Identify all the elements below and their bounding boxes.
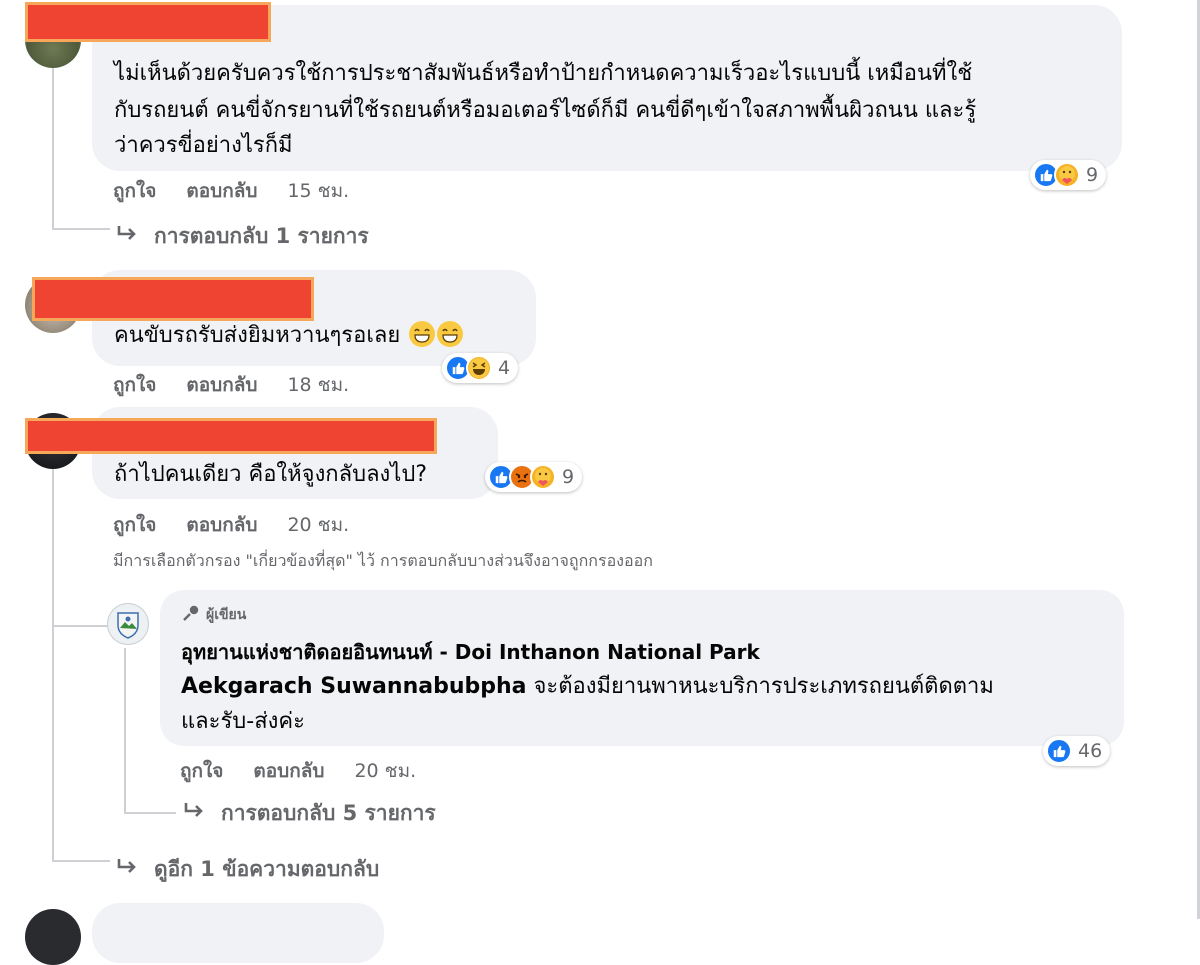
replies-count: 5 bbox=[342, 801, 358, 825]
reply-button[interactable]: ตอบกลับ bbox=[186, 510, 257, 540]
reply-arrow-icon bbox=[116, 857, 140, 882]
comment-actions: ถูกใจ ตอบกลับ 20 ชม. bbox=[113, 510, 349, 540]
like-button[interactable]: ถูกใจ bbox=[113, 370, 156, 400]
view-replies-link[interactable]: การตอบกลับ 1 รายการ bbox=[116, 220, 369, 253]
thread-line-elbow bbox=[52, 228, 110, 230]
view-replies-link[interactable]: การตอบกลับ 5 รายการ bbox=[183, 797, 436, 830]
redacted-author-name bbox=[25, 418, 437, 454]
comment-timestamp[interactable]: 15 ชม. bbox=[287, 176, 349, 206]
reply-text-body: จะต้องมียานพาหนะบริการประเภทรถยนต์ติดตาม bbox=[526, 674, 994, 699]
comment-text-body: คนขับรถรับส่งยิมหวานๆรอเลย bbox=[114, 323, 401, 348]
reaction-summary[interactable]: 9 bbox=[1030, 160, 1107, 190]
reply-actions: ถูกใจ ตอบกลับ 20 ชม. bbox=[180, 756, 416, 786]
thread-line-elbow bbox=[124, 812, 176, 814]
replies-count: 1 bbox=[275, 224, 291, 248]
replies-suffix: รายการ bbox=[297, 224, 369, 248]
replies-prefix: การตอบกลับ bbox=[154, 224, 269, 248]
comment-timestamp[interactable]: 18 ชม. bbox=[287, 370, 349, 400]
thread-line bbox=[52, 62, 54, 230]
author-badge-label: ผู้เขียน bbox=[206, 607, 247, 623]
reply-text-line: และรับ-ส่งค่ะ bbox=[181, 709, 305, 734]
comment-actions: ถูกใจ ตอบกลับ 15 ชม. bbox=[113, 176, 349, 206]
like-button[interactable]: ถูกใจ bbox=[113, 176, 156, 206]
reply-arrow-icon bbox=[116, 224, 140, 249]
redacted-author-name bbox=[25, 2, 271, 42]
thread-line bbox=[124, 648, 126, 813]
like-button[interactable]: ถูกใจ bbox=[180, 756, 223, 786]
comment-text: คนขับรถรับส่งยิมหวานๆรอเลย bbox=[114, 317, 464, 354]
view-more-replies-link[interactable]: ดูอีก 1 ข้อความตอบกลับ bbox=[116, 853, 379, 886]
reaction-summary[interactable]: 4 bbox=[442, 353, 519, 383]
replies-prefix: การตอบกลับ bbox=[221, 801, 336, 825]
grinning-face-icon bbox=[409, 321, 436, 347]
page-avatar[interactable] bbox=[107, 603, 149, 645]
reply-button[interactable]: ตอบกลับ bbox=[186, 370, 257, 400]
more-suffix: ข้อความตอบกลับ bbox=[222, 857, 380, 881]
mention-link[interactable]: Aekgarach Suwannabubpha bbox=[181, 674, 527, 699]
reply-button[interactable]: ตอบกลับ bbox=[253, 756, 324, 786]
reaction-count: 9 bbox=[1086, 164, 1099, 186]
comment-timestamp[interactable]: 20 ชม. bbox=[287, 510, 349, 540]
more-prefix: ดูอีก bbox=[154, 857, 193, 881]
thread-line-elbow bbox=[52, 860, 110, 862]
reaction-summary[interactable]: 9 bbox=[485, 462, 583, 492]
redacted-author-name bbox=[32, 277, 314, 321]
replies-suffix: รายการ bbox=[364, 801, 436, 825]
comment-text: ถ้าไปคนเดียว คือให้จูงกลับลงไป? bbox=[114, 462, 428, 487]
like-button[interactable]: ถูกใจ bbox=[113, 510, 156, 540]
reaction-count: 4 bbox=[498, 357, 511, 379]
thread-line bbox=[52, 465, 54, 860]
park-logo-icon bbox=[117, 612, 139, 639]
comment-bubble bbox=[92, 903, 384, 963]
haha-icon bbox=[466, 355, 492, 381]
reaction-summary[interactable]: 46 bbox=[1043, 736, 1111, 766]
like-icon bbox=[1046, 738, 1072, 764]
reply-text-line: Aekgarach Suwannabubpha จะต้องมียานพาหนะ… bbox=[181, 668, 994, 705]
reply-button[interactable]: ตอบกลับ bbox=[186, 176, 257, 206]
reply-arrow-icon bbox=[183, 801, 207, 826]
page-name-link[interactable]: อุทยานแห่งชาติดอยอินทนนท์ - Doi Inthanon… bbox=[181, 636, 760, 668]
avatar[interactable] bbox=[25, 909, 81, 965]
comment-actions: ถูกใจ ตอบกลับ 18 ชม. bbox=[113, 370, 349, 400]
comment-text-line: ไม่เห็นด้วยครับควรใช้การประชาสัมพันธ์หรื… bbox=[114, 61, 973, 86]
grinning-face-icon bbox=[437, 321, 464, 347]
reaction-count: 46 bbox=[1078, 740, 1103, 762]
more-count: 1 bbox=[200, 857, 215, 881]
reaction-count: 9 bbox=[562, 466, 575, 488]
reply-timestamp[interactable]: 20 ชม. bbox=[354, 756, 416, 786]
thread-line-branch bbox=[52, 625, 108, 627]
filter-note: มีการเลือกตัวกรอง "เกี่ยวข้องที่สุด" ไว้… bbox=[113, 551, 653, 570]
comment-text-line: ว่าควรขี่อย่างไรก็มี bbox=[114, 133, 293, 158]
comment-text-line: กับรถยนต์ คนขี่จักรยานที่ใช้รถยนต์หรือมอ… bbox=[114, 98, 977, 123]
care-icon bbox=[1054, 162, 1080, 188]
author-badge: ผู้เขียน bbox=[182, 604, 246, 626]
care-icon bbox=[530, 464, 556, 490]
microphone-icon bbox=[182, 605, 200, 625]
